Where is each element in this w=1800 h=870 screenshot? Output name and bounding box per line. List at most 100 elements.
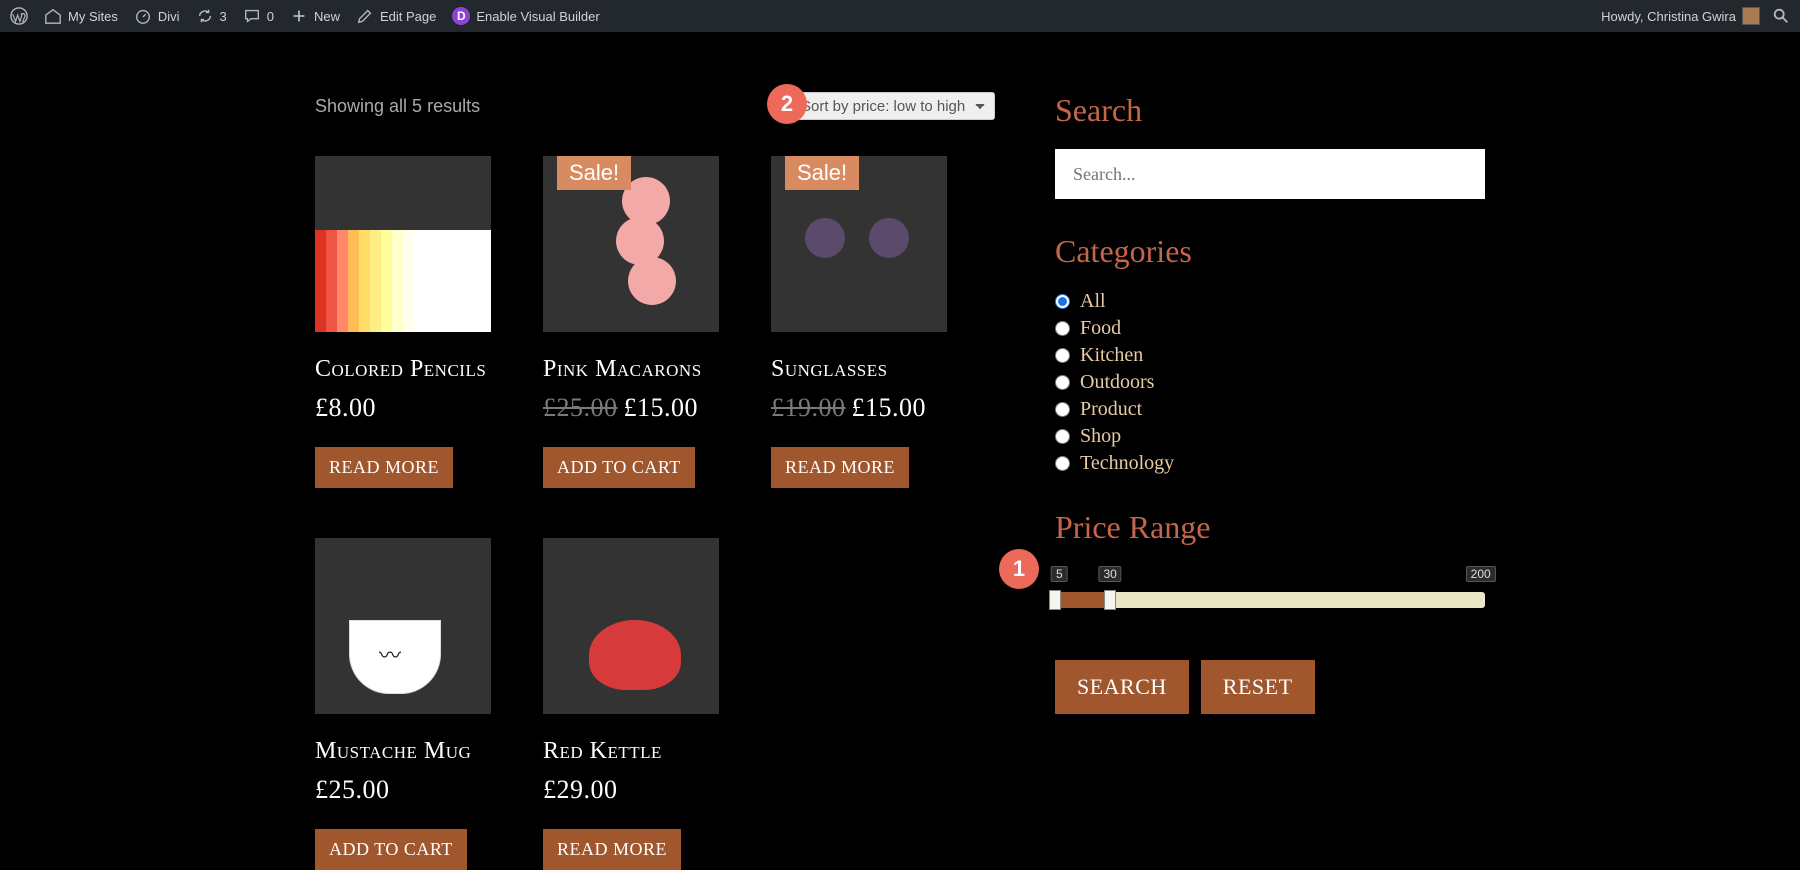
wordpress-icon	[10, 7, 28, 25]
product-image[interactable]	[315, 156, 491, 332]
updates-count: 3	[220, 9, 227, 24]
slider-track	[1055, 592, 1485, 608]
slider-fill	[1055, 592, 1110, 608]
results-count: Showing all 5 results	[315, 96, 480, 117]
sort-select[interactable]: Sort by price: low to high	[790, 92, 995, 120]
my-sites-label: My Sites	[68, 9, 118, 24]
comments-link[interactable]: 0	[243, 7, 274, 25]
category-label[interactable]: Shop	[1080, 425, 1121, 448]
slider-handle-cur[interactable]	[1104, 590, 1116, 610]
annotation-2: 2	[767, 84, 807, 124]
visual-builder-link[interactable]: D Enable Visual Builder	[452, 7, 599, 25]
category-row: All	[1055, 290, 1485, 313]
products-area: Showing all 5 results Sort by price: low…	[315, 92, 995, 870]
product-title[interactable]: Mustache Mug	[315, 738, 491, 765]
howdy-label: Howdy, Christina Gwira	[1601, 9, 1736, 24]
old-price: £19.00	[771, 393, 846, 422]
category-radio[interactable]	[1055, 429, 1070, 444]
pencil-icon	[356, 7, 374, 25]
sites-icon	[44, 7, 62, 25]
slider-max-label: 200	[1466, 566, 1496, 582]
search-icon	[1772, 7, 1790, 25]
sale-badge: Sale!	[557, 156, 631, 190]
divi-icon: D	[452, 7, 470, 25]
add-to-cart-button[interactable]: ADD TO CART	[315, 829, 467, 870]
category-radio[interactable]	[1055, 456, 1070, 471]
current-price: £15.00	[624, 393, 699, 422]
site-name-label: Divi	[158, 9, 180, 24]
categories-block: Categories All Food Kitchen Outdoors Product…	[1055, 233, 1485, 475]
category-row: Food	[1055, 317, 1485, 340]
product-image[interactable]: Sale!	[543, 156, 719, 332]
product-card: Mustache Mug £25.00 ADD TO CART	[315, 538, 491, 870]
product-title[interactable]: Sunglasses	[771, 356, 947, 383]
plus-icon	[290, 7, 308, 25]
category-label[interactable]: Outdoors	[1080, 371, 1154, 394]
slider-cur-label: 30	[1098, 566, 1121, 582]
product-price: £25.00	[315, 775, 491, 805]
categories-heading: Categories	[1055, 233, 1485, 270]
visual-builder-label: Enable Visual Builder	[476, 9, 599, 24]
category-radio[interactable]	[1055, 402, 1070, 417]
product-price: £8.00	[315, 393, 491, 423]
category-row: Outdoors	[1055, 371, 1485, 394]
annotation-1: 1	[999, 549, 1039, 589]
reset-button[interactable]: RESET	[1201, 660, 1315, 714]
current-price: £15.00	[852, 393, 927, 422]
search-button[interactable]: SEARCH	[1055, 660, 1189, 714]
category-label[interactable]: Product	[1080, 398, 1142, 421]
product-price: £19.00£15.00	[771, 393, 947, 423]
slider-min-label: 5	[1051, 566, 1068, 582]
price-slider[interactable]: 5 30 200	[1055, 566, 1485, 608]
category-radio[interactable]	[1055, 375, 1070, 390]
current-price: £8.00	[315, 393, 376, 422]
updates-link[interactable]: 3	[196, 7, 227, 25]
category-label[interactable]: Food	[1080, 317, 1121, 340]
category-label[interactable]: All	[1080, 290, 1106, 313]
site-name-link[interactable]: Divi	[134, 7, 180, 25]
product-title[interactable]: Red Kettle	[543, 738, 719, 765]
product-image[interactable]: Sale!	[771, 156, 947, 332]
category-row: Kitchen	[1055, 344, 1485, 367]
category-label[interactable]: Technology	[1080, 452, 1174, 475]
product-card: Colored Pencils £8.00 READ MORE	[315, 156, 491, 488]
category-radio[interactable]	[1055, 294, 1070, 309]
refresh-icon	[196, 7, 214, 25]
product-price: £25.00£15.00	[543, 393, 719, 423]
edit-page-label: Edit Page	[380, 9, 436, 24]
avatar	[1742, 7, 1760, 25]
category-radio[interactable]	[1055, 348, 1070, 363]
search-input[interactable]	[1055, 149, 1485, 199]
search-block: Search	[1055, 92, 1485, 199]
product-card: Sale! Sunglasses £19.00£15.00 READ MORE	[771, 156, 947, 488]
product-price: £29.00	[543, 775, 719, 805]
current-price: £25.00	[315, 775, 390, 804]
product-image[interactable]	[315, 538, 491, 714]
read-more-button[interactable]: READ MORE	[771, 447, 909, 488]
category-row: Technology	[1055, 452, 1485, 475]
sidebar: Search Categories All Food Kitchen Outdoors…	[1055, 92, 1485, 870]
slider-handle-min[interactable]	[1049, 590, 1061, 610]
read-more-button[interactable]: READ MORE	[543, 829, 681, 870]
adminbar-search[interactable]	[1772, 7, 1790, 25]
my-sites-link[interactable]: My Sites	[44, 7, 118, 25]
edit-page-link[interactable]: Edit Page	[356, 7, 436, 25]
wp-logo[interactable]	[10, 7, 28, 25]
sale-badge: Sale!	[785, 156, 859, 190]
category-label[interactable]: Kitchen	[1080, 344, 1143, 367]
price-range-block: 1 Price Range 5 30 200 SEARCH RESET	[1055, 509, 1485, 714]
current-price: £29.00	[543, 775, 618, 804]
new-link[interactable]: New	[290, 7, 340, 25]
read-more-button[interactable]: READ MORE	[315, 447, 453, 488]
product-image[interactable]	[543, 538, 719, 714]
product-card: Sale! Pink Macarons £25.00£15.00 ADD TO CAR…	[543, 156, 719, 488]
add-to-cart-button[interactable]: ADD TO CART	[543, 447, 695, 488]
comments-count: 0	[267, 9, 274, 24]
category-radio[interactable]	[1055, 321, 1070, 336]
search-heading: Search	[1055, 92, 1485, 129]
product-title[interactable]: Colored Pencils	[315, 356, 491, 383]
howdy-link[interactable]: Howdy, Christina Gwira	[1601, 7, 1760, 25]
category-row: Product	[1055, 398, 1485, 421]
wp-admin-bar: My Sites Divi 3 0 New	[0, 0, 1800, 32]
product-title[interactable]: Pink Macarons	[543, 356, 719, 383]
